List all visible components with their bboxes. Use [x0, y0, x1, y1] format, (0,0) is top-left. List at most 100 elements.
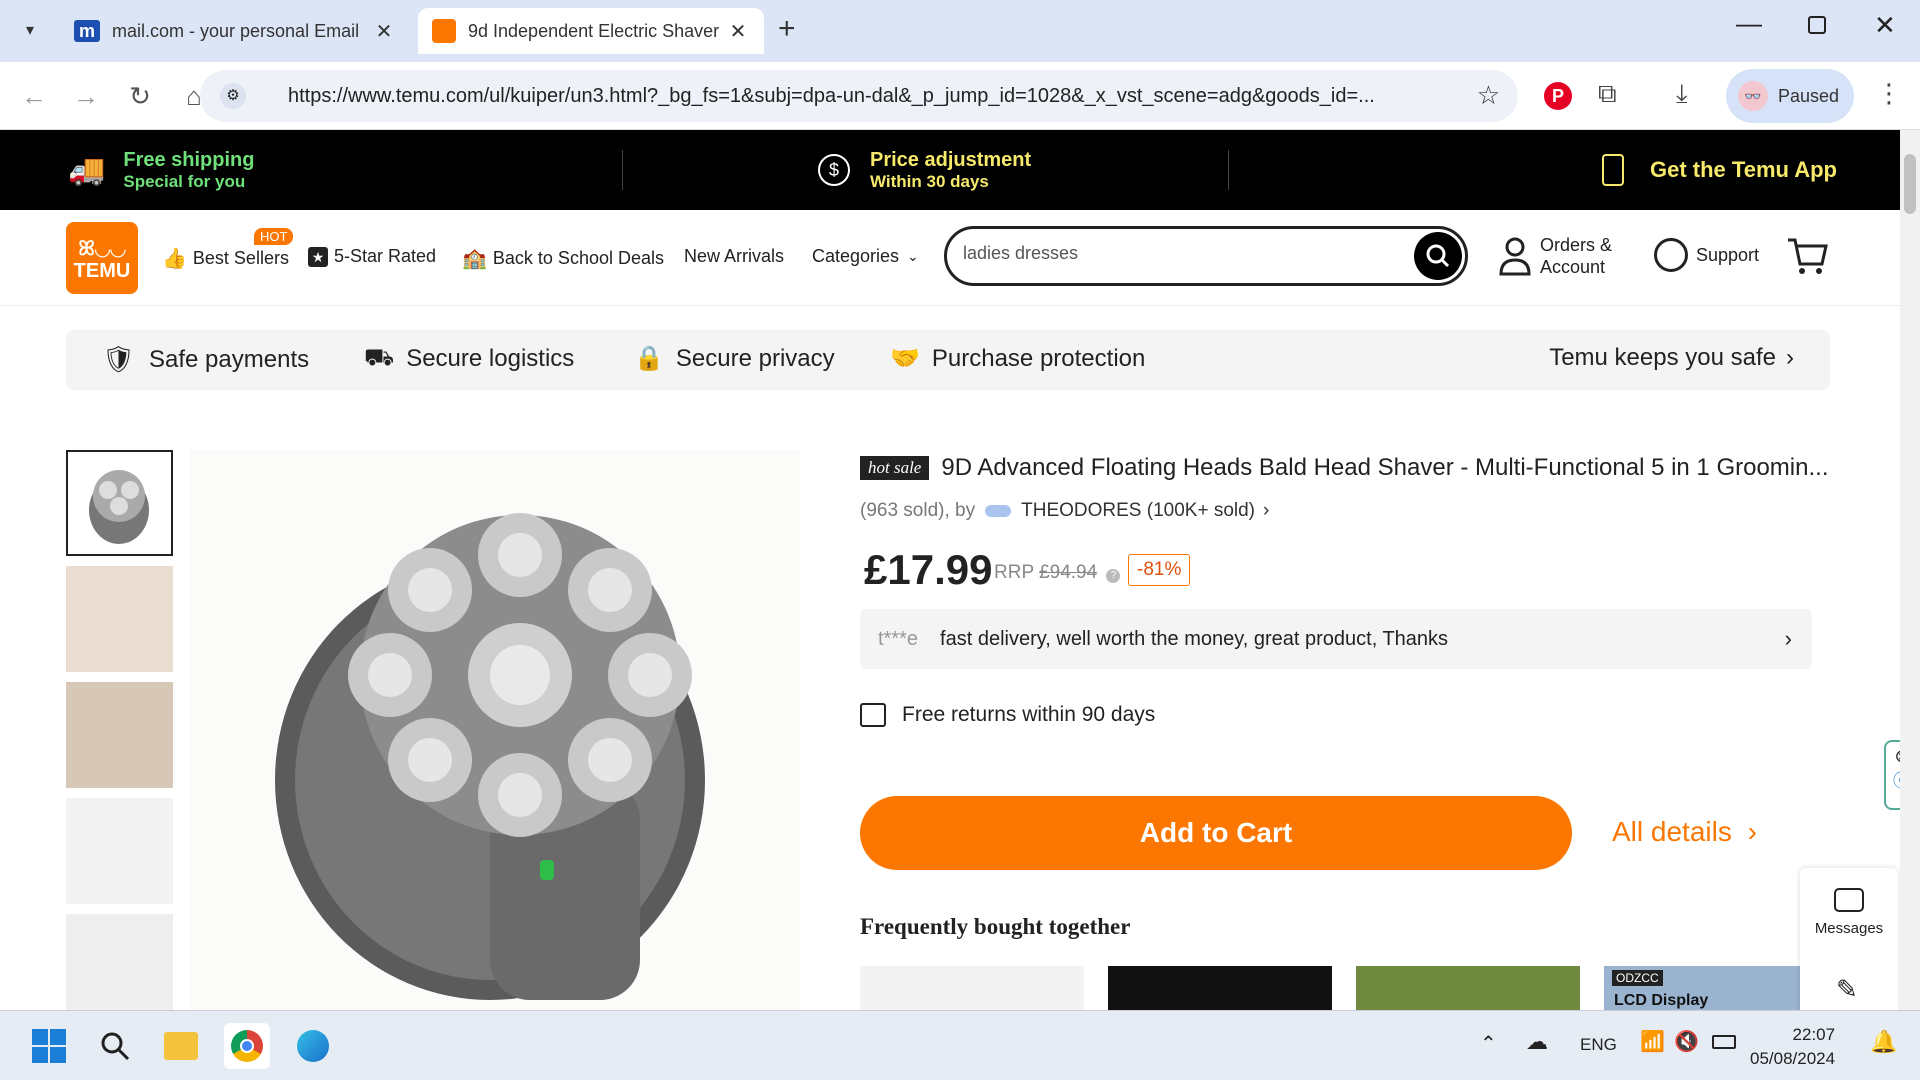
get-app-label: Get the Temu App	[1650, 157, 1837, 182]
avatar: 👓	[1738, 81, 1768, 111]
star-badge-icon: ★	[308, 246, 328, 267]
back-button[interactable]: ←	[14, 76, 54, 116]
add-to-cart-button[interactable]: Add to Cart	[860, 796, 1572, 870]
main-product-image[interactable]	[190, 450, 800, 1010]
price-adjustment-sub: Within 30 days	[870, 171, 989, 191]
chevron-up-icon[interactable]: ⌃	[1480, 1031, 1497, 1056]
review-text: fast delivery, well worth the money, gre…	[940, 627, 1449, 650]
reload-button[interactable]: ↻	[120, 76, 160, 116]
chevron-right-icon: ›	[1263, 500, 1270, 521]
wifi-icon[interactable]: 📶	[1640, 1029, 1665, 1054]
nav-label: New Arrivals	[684, 246, 785, 266]
nav-label: Best Sellers	[192, 248, 289, 268]
extensions-icon[interactable]: ⧉	[1598, 78, 1617, 110]
temu-logo[interactable]: ꕤ◡◡ TEMU	[66, 222, 138, 294]
info-icon[interactable]: ?	[1106, 569, 1121, 583]
fbt-item-3[interactable]	[1356, 966, 1580, 1010]
nav-new-arrivals[interactable]: New Arrivals	[684, 246, 784, 267]
dollar-clock-icon: $	[818, 154, 850, 186]
shipping-title: Free shipping	[123, 148, 255, 171]
windows-start-icon[interactable]	[26, 1023, 72, 1069]
returns-label: Free returns within 90 days	[902, 703, 1156, 726]
nav-categories[interactable]: Categories ⌄	[812, 246, 919, 267]
safety-bar[interactable]: 🛡 Safe payments ⛟ Secure logistics 🔒 Sec…	[66, 330, 1830, 390]
thumbnail-2[interactable]	[66, 566, 173, 672]
review-snippet[interactable]: t***e fast delivery, well worth the mone…	[860, 609, 1812, 669]
search-icon	[1426, 244, 1450, 268]
tab-search-button[interactable]: ▾	[10, 10, 50, 50]
fbt-item-4[interactable]: ODZCC LCD Display	[1604, 966, 1800, 1010]
thumbnail-3[interactable]	[66, 682, 173, 788]
support-link[interactable]: Support	[1654, 238, 1759, 272]
fbt-item-2[interactable]	[1108, 966, 1332, 1010]
mail-m-icon: m	[74, 20, 100, 42]
close-window-button[interactable]: ✕	[1874, 10, 1896, 41]
download-icon[interactable]: ⤓	[1676, 78, 1688, 110]
search-input[interactable]	[963, 243, 1403, 264]
search-button[interactable]	[1414, 232, 1462, 280]
close-icon[interactable]: ✕	[372, 19, 396, 44]
free-shipping-promo[interactable]: 🚚 Free shipping Special for you	[68, 130, 254, 210]
tab-mail[interactable]: m mail.com - your personal Email ✕	[60, 8, 410, 54]
restore-button[interactable]	[1808, 16, 1826, 34]
price-adjustment-title: Price adjustment	[870, 148, 1032, 171]
search-icon[interactable]	[92, 1023, 138, 1069]
cart-icon[interactable]	[1786, 236, 1828, 281]
profile-button[interactable]: 👓 Paused	[1726, 69, 1854, 123]
site-settings-icon[interactable]: ⚙	[220, 83, 246, 109]
edge-icon[interactable]	[290, 1023, 336, 1069]
chat-icon	[1834, 888, 1864, 912]
discount-badge: -81%	[1128, 554, 1191, 586]
bookmark-star-icon[interactable]: ☆	[1477, 80, 1500, 111]
mute-icon[interactable]: 🔇	[1674, 1029, 1699, 1054]
truck-icon: ⛟	[364, 344, 395, 371]
get-app-promo[interactable]: Get the Temu App	[1602, 130, 1837, 210]
close-icon[interactable]: ✕	[726, 19, 750, 44]
nav-five-star[interactable]: ★ 5-Star Rated	[308, 246, 436, 267]
free-returns: Free returns within 90 days	[860, 703, 1155, 727]
tab-temu[interactable]: 9d Independent Electric Shaver ✕	[418, 8, 764, 54]
orders-label: Orders &	[1540, 235, 1613, 255]
hot-sale-badge: hot sale	[860, 456, 930, 480]
thumbnail-5[interactable]	[66, 914, 173, 1010]
scrollbar-thumb[interactable]	[1904, 154, 1916, 214]
search-box[interactable]	[944, 226, 1468, 286]
hot-badge: HOT	[254, 228, 294, 245]
secure-privacy: 🔒 Secure privacy	[634, 344, 835, 373]
thumbnail-1[interactable]	[66, 450, 173, 556]
battery-icon[interactable]	[1712, 1035, 1736, 1049]
nav-best-sellers[interactable]: 👍 Best Sellers	[162, 246, 289, 271]
tab-title: mail.com - your personal Email	[112, 20, 360, 41]
menu-icon[interactable]: ⋮	[1876, 78, 1902, 109]
rrp-price: RRP £94.94 ?	[994, 562, 1121, 584]
orders-account[interactable]: Orders & Account	[1498, 234, 1612, 278]
handshake-icon: 🤝	[890, 345, 920, 372]
chrome-icon[interactable]	[224, 1023, 270, 1069]
forward-button[interactable]: →	[66, 76, 106, 116]
page-scrollbar[interactable]	[1900, 130, 1920, 1010]
notification-bell-icon[interactable]: 🔔	[1870, 1029, 1897, 1055]
minimize-button[interactable]: —	[1736, 8, 1762, 39]
safe-payments-label: Safe payments	[149, 345, 310, 373]
temu-keeps-safe-link[interactable]: Temu keeps you safe ›	[1549, 344, 1794, 372]
fbt-item-1[interactable]	[860, 966, 1084, 1010]
edit-icon[interactable]: ✎	[1836, 974, 1858, 1005]
url-text[interactable]: https://www.temu.com/ul/kuiper/un3.html?…	[288, 85, 1448, 108]
nav-back-to-school[interactable]: 🏫 Back to School Deals	[462, 246, 664, 271]
cloud-icon[interactable]: ☁	[1526, 1029, 1548, 1055]
clock[interactable]: 22:07 05/08/2024	[1750, 1023, 1835, 1071]
seller-link[interactable]: THEODORES (100K+ sold)	[1021, 500, 1255, 522]
product-price: £17.99	[864, 546, 993, 593]
new-tab-button[interactable]: +	[778, 12, 796, 46]
all-details-link[interactable]: All details ›	[1612, 816, 1757, 848]
pinterest-icon[interactable]: P	[1544, 82, 1572, 110]
address-bar[interactable]: ⚙ https://www.temu.com/ul/kuiper/un3.htm…	[200, 70, 1518, 122]
divider	[622, 150, 623, 190]
price-adjustment-promo[interactable]: $ Price adjustment Within 30 days	[818, 130, 1031, 210]
file-explorer-icon[interactable]	[158, 1023, 204, 1069]
thumbnail-4[interactable]	[66, 798, 173, 904]
language-indicator[interactable]: ENG	[1580, 1035, 1617, 1055]
messages-button[interactable]: Messages	[1800, 888, 1898, 937]
safe-payments: 🛡 Safe payments	[102, 344, 309, 375]
shaver-image	[275, 513, 705, 1000]
